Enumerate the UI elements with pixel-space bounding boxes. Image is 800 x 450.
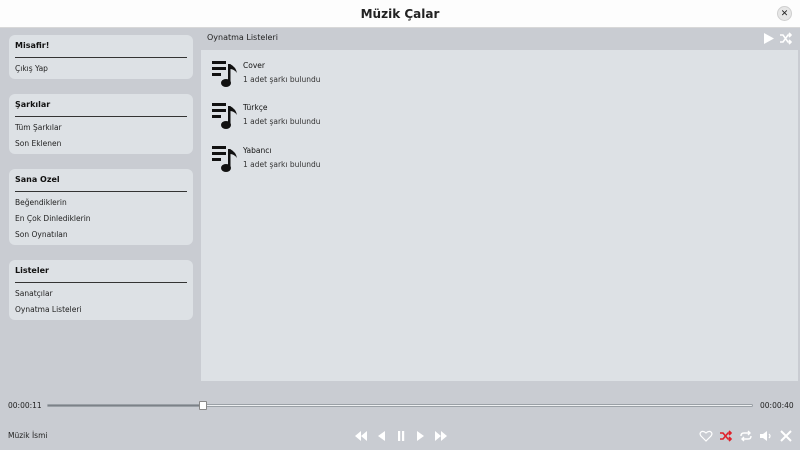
next-icon[interactable] [414, 430, 428, 442]
sidebar-item-recently-added[interactable]: Son Eklenen [15, 138, 187, 154]
sidebar-section-header: Sana Ozel [15, 175, 60, 184]
repeat-icon[interactable] [739, 430, 753, 442]
total-time: 00:00:40 [760, 401, 794, 410]
transport-controls [354, 430, 448, 442]
fast-rewind-icon[interactable] [354, 430, 368, 442]
fast-forward-icon[interactable] [434, 430, 448, 442]
playlist-count: 1 adet şarkı bulundu [243, 117, 321, 126]
playlist-panel: Cover 1 adet şarkı bulundu Türkçe 1 adet… [201, 50, 798, 381]
progress-handle[interactable] [198, 401, 207, 410]
sidebar-section-for-you: Sana Ozel Beğendiklerin En Çok Dinledikl… [9, 169, 193, 245]
main-header: Oynatma Listeleri [201, 31, 798, 47]
main-actions [762, 32, 792, 45]
playlist-name: Yabancı [243, 146, 272, 155]
sidebar-section-header: Listeler [15, 266, 49, 275]
page-title: Oynatma Listeleri [207, 33, 278, 42]
playlist-name: Türkçe [243, 103, 268, 112]
playlist-music-icon [211, 144, 239, 174]
progress-fill [48, 405, 203, 406]
pause-icon[interactable] [394, 430, 408, 442]
sidebar-section-header: Şarkılar [15, 100, 51, 109]
sidebar-section-account: Misafir! Çıkış Yap [9, 35, 193, 79]
current-time: 00:00:11 [8, 401, 42, 410]
sidebar-item-all-songs[interactable]: Tüm Şarkılar [15, 122, 187, 138]
playlist-count: 1 adet şarkı bulundu [243, 160, 321, 169]
playlist-item-cover[interactable]: Cover 1 adet şarkı bulundu [211, 59, 511, 91]
shuffle-icon[interactable] [779, 32, 792, 45]
play-icon[interactable] [762, 32, 775, 45]
heart-icon[interactable] [699, 430, 713, 442]
playlist-music-icon [211, 101, 239, 131]
close-icon: ✕ [780, 8, 789, 19]
sidebar-item-recently-played[interactable]: Son Oynatılan [15, 229, 187, 245]
playlist-name: Cover [243, 61, 265, 70]
playlist-item-turkce[interactable]: Türkçe 1 adet şarkı bulundu [211, 101, 511, 133]
previous-icon[interactable] [374, 430, 388, 442]
divider [15, 116, 187, 117]
sidebar-item-most-played[interactable]: En Çok Dinlediklerin [15, 213, 187, 229]
playlist-music-icon [211, 59, 239, 89]
shuffle-icon[interactable] [719, 430, 733, 442]
window-close-button[interactable]: ✕ [777, 6, 792, 21]
title-bar: Müzik Çalar ✕ [0, 0, 800, 28]
progress-slider[interactable] [47, 401, 753, 410]
playlist-item-yabanci[interactable]: Yabancı 1 adet şarkı bulundu [211, 144, 511, 176]
song-name: Müzik İsmi [8, 431, 48, 440]
sidebar-section-songs: Şarkılar Tüm Şarkılar Son Eklenen [9, 94, 193, 154]
sidebar-item-playlists[interactable]: Oynatma Listeleri [15, 304, 187, 320]
divider [15, 57, 187, 58]
window-title: Müzik Çalar [360, 6, 440, 21]
playlist-count: 1 adet şarkı bulundu [243, 75, 321, 84]
close-icon[interactable] [779, 430, 793, 442]
sidebar-item-liked[interactable]: Beğendiklerin [15, 197, 187, 213]
sidebar-section-lists: Listeler Sanatçılar Oynatma Listeleri [9, 260, 193, 320]
right-controls [699, 430, 793, 442]
divider [15, 282, 187, 283]
volume-icon[interactable] [759, 430, 773, 442]
divider [15, 191, 187, 192]
sidebar-section-header: Misafir! [15, 41, 50, 50]
sidebar-item-logout[interactable]: Çıkış Yap [15, 63, 187, 79]
sidebar-item-artists[interactable]: Sanatçılar [15, 288, 187, 304]
